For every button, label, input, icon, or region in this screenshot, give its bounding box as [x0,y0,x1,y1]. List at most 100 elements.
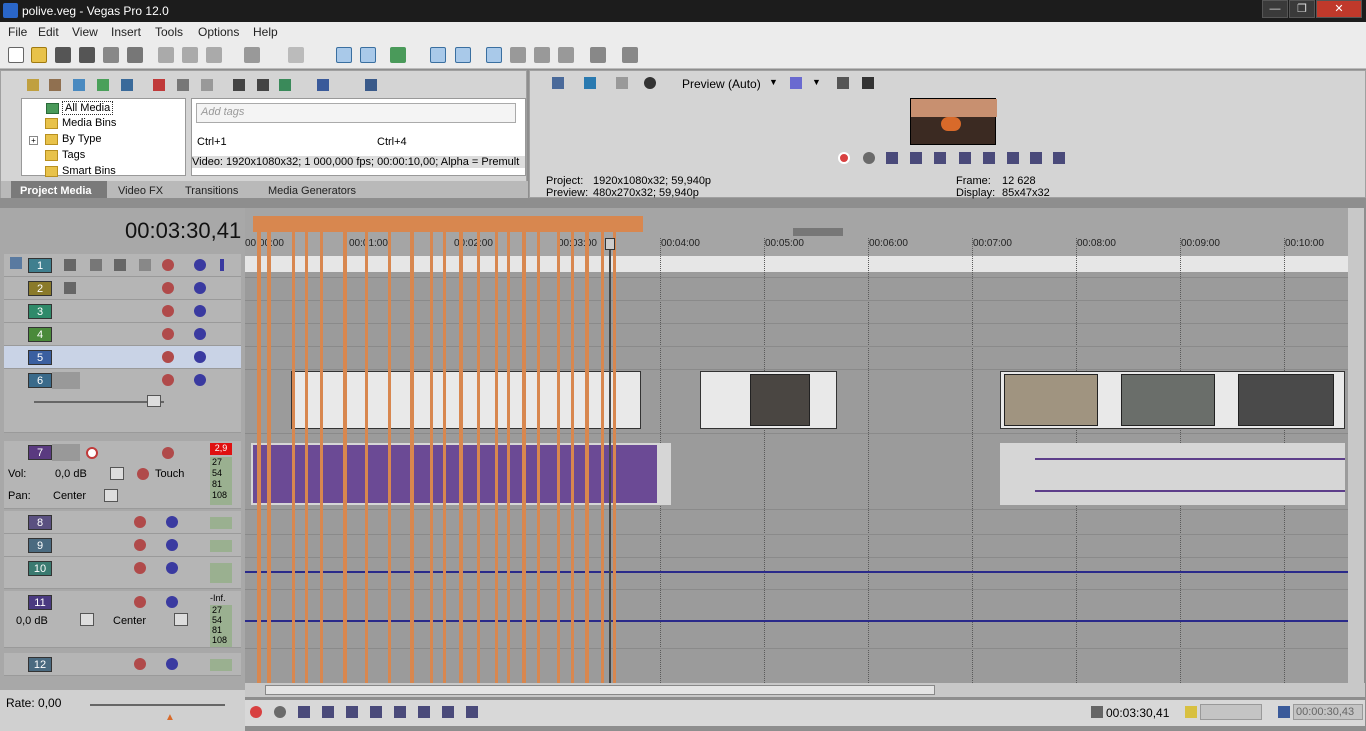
play-icon[interactable] [322,706,334,718]
stop-media-icon[interactable] [257,79,269,91]
audio-track-8-header[interactable]: 8 [4,511,241,534]
compositing-icon[interactable] [64,259,76,271]
prev-frame-icon[interactable] [442,706,454,718]
mute-icon[interactable] [166,539,178,551]
tree-tags[interactable]: Tags [45,149,85,161]
media-item-shortcut-2[interactable]: Ctrl+4 [377,136,407,148]
menu-file[interactable]: File [8,25,27,39]
go-to-start-icon[interactable] [394,706,406,718]
mute-icon[interactable] [166,658,178,670]
automation-gear-icon[interactable] [137,468,149,480]
open-icon[interactable] [31,47,47,63]
mute-icon[interactable] [194,259,206,271]
properties-icon[interactable] [127,47,143,63]
menu-view[interactable]: View [72,25,98,39]
mute-icon[interactable] [194,305,206,317]
gear-icon[interactable] [162,328,174,340]
minimize-button[interactable]: — [1262,0,1288,18]
gear-icon[interactable] [134,658,146,670]
video-fx-icon[interactable] [616,77,628,89]
play-from-start-icon[interactable] [886,152,898,164]
fx-icon[interactable] [114,259,126,271]
playhead[interactable] [609,238,611,683]
get-web-media-icon[interactable] [97,79,109,91]
save-snapshot-icon[interactable] [862,77,874,89]
expand-track-icon[interactable] [10,257,22,269]
audio-clip[interactable] [253,445,657,503]
audio-track-12-header[interactable]: 12 [4,653,241,676]
ignore-grouping-icon[interactable] [510,47,526,63]
paste-icon[interactable] [206,47,222,63]
pause-icon[interactable] [934,152,946,164]
chevron-down-icon[interactable]: ▼ [769,77,778,87]
gear-icon[interactable] [162,351,174,363]
auto-crossfade-icon[interactable] [430,47,446,63]
gear-icon[interactable] [162,447,174,459]
volume-slider-handle[interactable] [80,613,94,626]
solo-icon[interactable] [220,259,224,271]
audio-track-10-header[interactable]: 10 [4,557,241,589]
gear-icon[interactable] [134,596,146,608]
gear-icon[interactable] [162,259,174,271]
compositing-icon[interactable] [64,282,76,294]
gear-icon[interactable] [162,305,174,317]
mute-icon[interactable] [194,351,206,363]
save-icon[interactable] [55,47,71,63]
video-track-1-header[interactable]: 1 [4,254,241,277]
prev-frame-icon[interactable] [1030,152,1042,164]
tab-project-media[interactable]: Project Media [20,185,92,197]
mute-icon[interactable] [166,516,178,528]
views-icon[interactable] [317,79,329,91]
record-icon[interactable] [838,152,850,164]
gear-icon[interactable] [134,539,146,551]
audio-track-7-header[interactable]: 7 2,9 27 54 81 108 Vol: 0,0 dB Touch Pan… [4,441,241,509]
get-media-icon[interactable] [73,79,85,91]
new-icon[interactable] [8,47,24,63]
menu-edit[interactable]: Edit [38,25,59,39]
loop-region[interactable] [793,228,843,236]
tree-media-bins[interactable]: Media Bins [45,117,116,129]
gear-icon[interactable] [134,516,146,528]
mute-icon[interactable] [194,328,206,340]
mute-icon[interactable] [194,374,206,386]
automation-mode[interactable]: Touch [155,468,184,480]
timeline[interactable]: 00:00:00 00:01:00 00:02:00 00:03:00 00:0… [245,208,1348,683]
volume-slider-handle[interactable] [110,467,124,480]
mute-icon[interactable] [166,562,178,574]
record-icon[interactable] [250,706,262,718]
menu-options[interactable]: Options [198,25,239,39]
automation-icon[interactable] [139,259,151,271]
video-track-5-header[interactable]: 5 [4,346,241,369]
whats-this-icon[interactable] [622,47,638,63]
tab-video-fx[interactable]: Video FX [118,185,163,197]
menu-insert[interactable]: Insert [111,25,141,39]
close-button[interactable]: ✕ [1316,0,1362,18]
maximize-button[interactable]: ❐ [1289,0,1315,18]
auto-preview-icon[interactable] [279,79,291,91]
tag-input[interactable]: Add tags [196,103,516,123]
normal-edit-tool-icon[interactable] [336,47,352,63]
selection-tool-icon[interactable] [534,47,550,63]
rate-slider-handle[interactable]: ▲ [165,712,175,723]
scrollbar-thumb[interactable] [265,685,935,695]
external-monitor-icon[interactable] [584,77,596,89]
expand-icon[interactable]: + [29,136,38,145]
gear-icon[interactable] [134,562,146,574]
lock-envelopes-icon[interactable] [486,47,502,63]
undo-icon[interactable] [244,47,260,63]
copy-snapshot-icon[interactable] [837,77,849,89]
tree-smart-bins[interactable]: Smart Bins [45,165,116,177]
preview-quality-dropdown[interactable]: Preview (Auto) [682,77,761,91]
gear-icon[interactable] [162,374,174,386]
preferences-icon[interactable] [590,47,606,63]
cut-icon[interactable] [158,47,174,63]
video-track-4-header[interactable]: 4 [4,323,241,346]
next-frame-icon[interactable] [466,706,478,718]
play-media-icon[interactable] [233,79,245,91]
menu-help[interactable]: Help [253,25,278,39]
tree-by-type[interactable]: By Type [45,133,102,145]
media-fx-icon[interactable] [201,79,213,91]
overlays-icon[interactable] [790,77,802,89]
copy-icon[interactable] [182,47,198,63]
search-media-icon[interactable] [121,79,133,91]
